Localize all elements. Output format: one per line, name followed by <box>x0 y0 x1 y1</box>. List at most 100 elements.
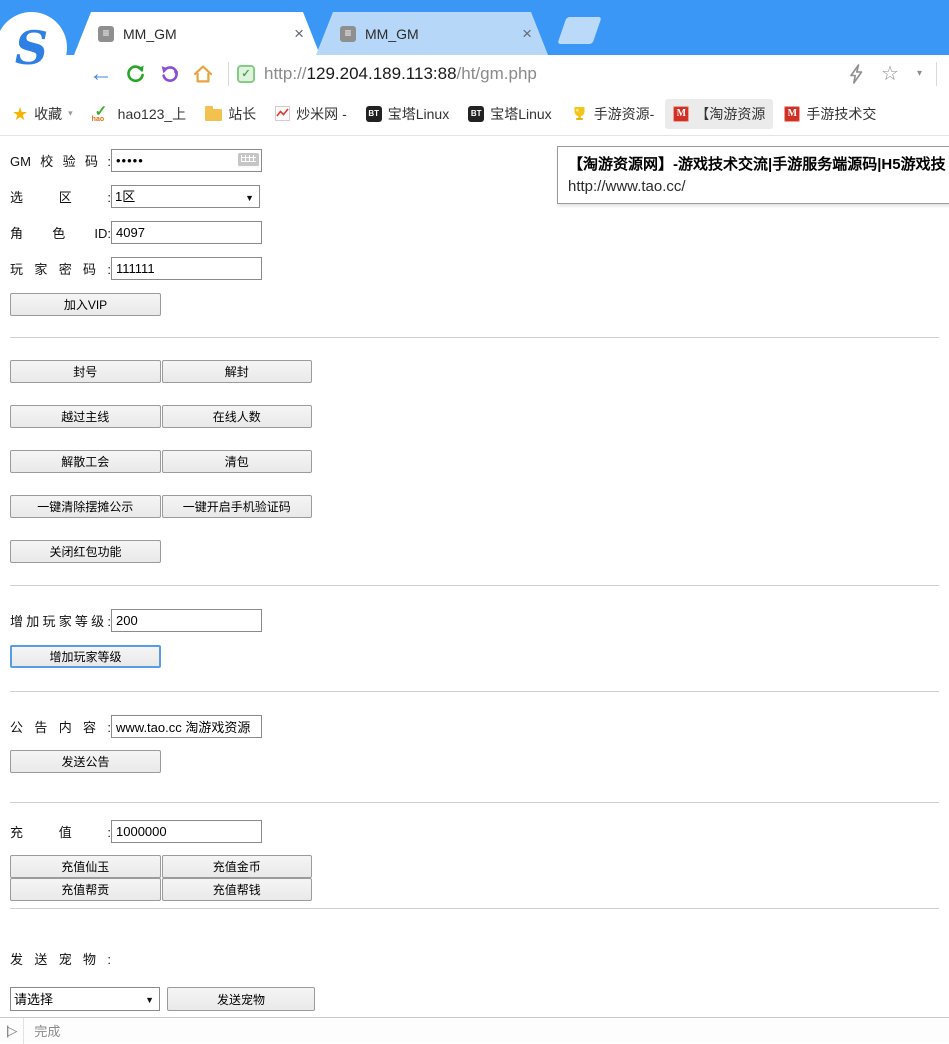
tab-close-icon[interactable]: × <box>520 24 534 44</box>
tooltip-url: http://www.tao.cc/ <box>568 178 946 195</box>
bookmark-baota-linux-2[interactable]: BT 宝塔Linux <box>460 99 559 129</box>
recharge-gold-button[interactable]: 充值金币 <box>162 855 313 878</box>
browser-statusbar: |▷ 完成 <box>0 1017 949 1043</box>
add-level-input[interactable] <box>111 609 262 632</box>
bookmark-label: 【淘游资源 <box>695 104 765 124</box>
browser-toolbar: ← ▾ ✓ http://129.204.189.113:88/ht/gm.ph… <box>0 55 949 92</box>
back-arrow-icon: ← <box>89 62 113 86</box>
add-level-row: 增加玩家等级: <box>10 609 949 632</box>
section-divider <box>10 908 939 909</box>
sidebar-toggle-icon[interactable]: |▷ <box>0 1023 23 1039</box>
section-divider <box>10 691 939 692</box>
recharge-input[interactable] <box>111 820 262 843</box>
undo-button[interactable]: ▾ <box>152 59 186 89</box>
page-favicon-icon <box>98 26 114 42</box>
pet-select-wrap: 请选择 ▼ <box>10 987 160 1011</box>
page-favicon-icon <box>340 26 356 42</box>
bookmark-label: 手游资源- <box>594 104 655 124</box>
undo-dropdown-caret-icon[interactable]: ▾ <box>174 68 179 79</box>
gm-code-label: GM校验码: <box>10 151 111 170</box>
bookmark-label: 手游技术交 <box>806 104 876 124</box>
recharge-bangqian-button[interactable]: 充值帮钱 <box>162 878 313 901</box>
bookmark-hao123[interactable]: ✓hao hao123_上 <box>84 99 195 129</box>
join-vip-button[interactable]: 加入VIP <box>10 293 161 316</box>
address-bar[interactable]: http://129.204.189.113:88/ht/gm.php <box>264 64 839 84</box>
tab-close-icon[interactable]: × <box>292 24 306 44</box>
gold-star-icon: ★ <box>12 105 28 123</box>
bookmark-label: 站长 <box>228 104 256 124</box>
new-tab-button[interactable] <box>557 17 601 44</box>
close-red-packet-button[interactable]: 关闭红包功能 <box>10 540 161 563</box>
clear-stall-notice-button[interactable]: 一键清除摆摊公示 <box>10 495 161 518</box>
pet-select[interactable]: 请选择 <box>11 988 159 1010</box>
disband-guild-button[interactable]: 解散工会 <box>10 450 161 473</box>
gm-code-field-wrap <box>111 149 262 172</box>
address-dropdown-caret-icon[interactable]: ▾ <box>917 68 922 79</box>
send-pet-row: 请选择 ▼ 发送宠物 <box>10 987 949 1011</box>
notice-label: 公告内容: <box>10 717 111 736</box>
m-logo-icon: M <box>673 106 689 122</box>
bookmark-shouyou-ziyuan[interactable]: 手游资源- <box>563 99 663 129</box>
skip-mainline-button[interactable]: 越过主线 <box>10 405 161 428</box>
zone-select[interactable]: 1区 <box>112 186 259 207</box>
browser-window: { "browser": { "logo_letter": "S", "tabs… <box>0 0 949 1043</box>
online-count-button[interactable]: 在线人数 <box>162 405 313 428</box>
guild-row: 解散工会 清包 <box>10 450 312 473</box>
url-path: /ht/gm.php <box>457 64 537 83</box>
player-password-row: 玩家密码: <box>10 257 949 280</box>
enable-phone-verify-button[interactable]: 一键开启手机验证码 <box>162 495 313 518</box>
statusbar-divider <box>23 1018 24 1044</box>
refresh-icon <box>125 63 146 84</box>
bookmark-zhanzhang[interactable]: 站长 <box>197 99 264 129</box>
notice-input[interactable] <box>111 715 262 738</box>
tab-title: MM_GM <box>123 26 292 42</box>
bookmark-page-button[interactable]: ☆ <box>873 59 907 89</box>
recharge-banggong-button[interactable]: 充值帮贡 <box>10 878 161 901</box>
sogou-logo-letter: S <box>15 25 48 71</box>
star-outline-icon: ☆ <box>881 61 899 86</box>
site-security-shield-icon[interactable]: ✓ <box>237 65 255 83</box>
player-password-input[interactable] <box>111 257 262 280</box>
refresh-button[interactable] <box>118 59 152 89</box>
section-divider <box>10 802 939 803</box>
onekey-row: 一键清除摆摊公示 一键开启手机验证码 <box>10 495 312 518</box>
line-chart-icon <box>275 106 290 121</box>
bookmarks-bar: ★ 收藏 ▾ ✓hao hao123_上 站长 炒米网 - BT 宝塔Linux… <box>0 92 949 136</box>
send-pet-button[interactable]: 发送宠物 <box>167 987 315 1011</box>
lightning-icon <box>848 64 864 84</box>
tab-mm-gm-active[interactable]: MM_GM × <box>74 12 320 55</box>
unban-button[interactable]: 解封 <box>162 360 313 383</box>
home-button[interactable] <box>186 59 220 89</box>
add-level-button[interactable]: 增加玩家等级 <box>10 645 161 668</box>
url-host: 129.204.189.113:88 <box>307 64 457 83</box>
tooltip-title: 【淘游资源网】-游戏技术交流|手游服务端源码|H5游戏技 <box>568 153 946 174</box>
bookmark-label: 收藏 <box>34 104 62 124</box>
recharge-xianyu-button[interactable]: 充值仙玉 <box>10 855 161 878</box>
role-id-input[interactable] <box>111 221 262 244</box>
clear-bag-button[interactable]: 清包 <box>162 450 313 473</box>
send-notice-button[interactable]: 发送公告 <box>10 750 161 773</box>
bookmark-shouyou-jishu[interactable]: M 手游技术交 <box>776 99 884 129</box>
url-scheme: http:// <box>264 64 307 83</box>
bookmark-label: 宝塔Linux <box>490 104 551 124</box>
bookmark-taoyou-ziyuan[interactable]: M 【淘游资源 <box>665 99 773 129</box>
quick-launch-button[interactable] <box>839 59 873 89</box>
bookmark-label: 炒米网 - <box>296 104 347 124</box>
gm-admin-page: GM校验码: 选区: 1区 ▼ 角色ID: 玩家密码: 加入VIP 封号 解封 … <box>0 137 949 1017</box>
recharge-label: 充值: <box>10 822 111 841</box>
bookmark-favorites[interactable]: ★ 收藏 ▾ <box>4 99 81 129</box>
player-password-label: 玩家密码: <box>10 259 111 278</box>
bookmark-baota-linux-1[interactable]: BT 宝塔Linux <box>358 99 457 129</box>
m-logo-icon: M <box>784 106 800 122</box>
keyboard-icon[interactable] <box>238 153 259 168</box>
back-button[interactable]: ← <box>84 59 118 89</box>
bookmark-chaomi[interactable]: 炒米网 - <box>267 99 355 129</box>
zone-label: 选区: <box>10 187 111 206</box>
hao123-check-icon: ✓hao <box>92 105 112 122</box>
section-divider <box>10 337 939 338</box>
chevron-down-icon: ▾ <box>68 108 73 119</box>
toolbar-divider <box>936 62 937 86</box>
tab-mm-gm-inactive[interactable]: MM_GM × <box>316 12 548 55</box>
ban-button[interactable]: 封号 <box>10 360 161 383</box>
send-pet-label: 发送宠物: <box>10 949 111 968</box>
